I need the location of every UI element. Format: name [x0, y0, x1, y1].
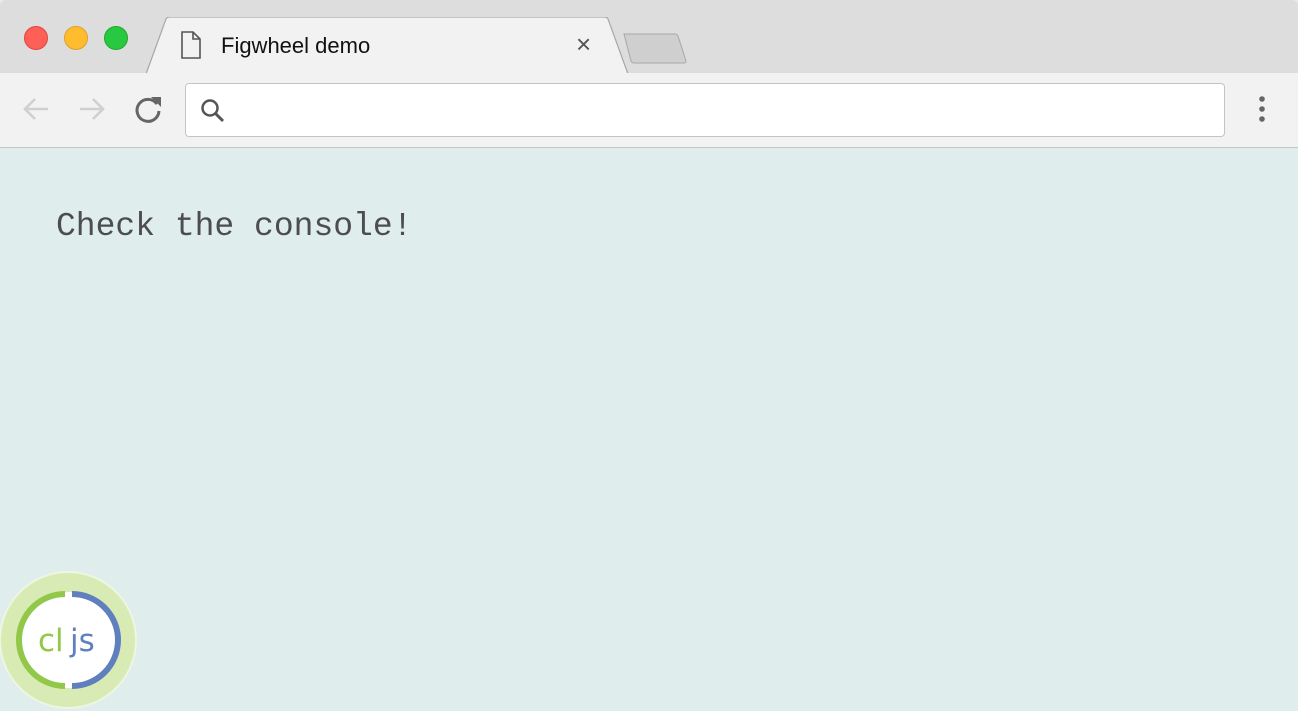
tab-title: Figwheel demo	[221, 33, 371, 58]
svg-text:js: js	[69, 623, 95, 659]
title-bar: Figwheel demo ×	[0, 0, 1298, 75]
tab-close-icon[interactable]: ×	[576, 29, 591, 60]
tab-figwheel-demo[interactable]: Figwheel demo ×	[146, 17, 630, 75]
back-arrow-icon[interactable]	[20, 93, 52, 125]
browser-toolbar	[0, 73, 1298, 148]
address-bar[interactable]	[185, 83, 1225, 137]
page-message: Check the console!	[56, 208, 413, 245]
forward-arrow-icon[interactable]	[76, 93, 108, 125]
file-icon	[181, 31, 201, 59]
svg-text:cl: cl	[38, 623, 64, 659]
more-menu-icon[interactable]	[1252, 95, 1272, 125]
page-content: Check the console!	[0, 148, 1298, 708]
search-icon	[201, 99, 225, 123]
close-window-button[interactable]	[24, 26, 48, 50]
new-tab-button[interactable]	[622, 33, 688, 65]
minimize-window-button[interactable]	[64, 26, 88, 50]
maximize-window-button[interactable]	[104, 26, 128, 50]
reload-icon[interactable]	[132, 93, 164, 125]
address-input[interactable]	[231, 92, 1211, 128]
cljs-logo-badge[interactable]: cl js	[0, 571, 140, 711]
